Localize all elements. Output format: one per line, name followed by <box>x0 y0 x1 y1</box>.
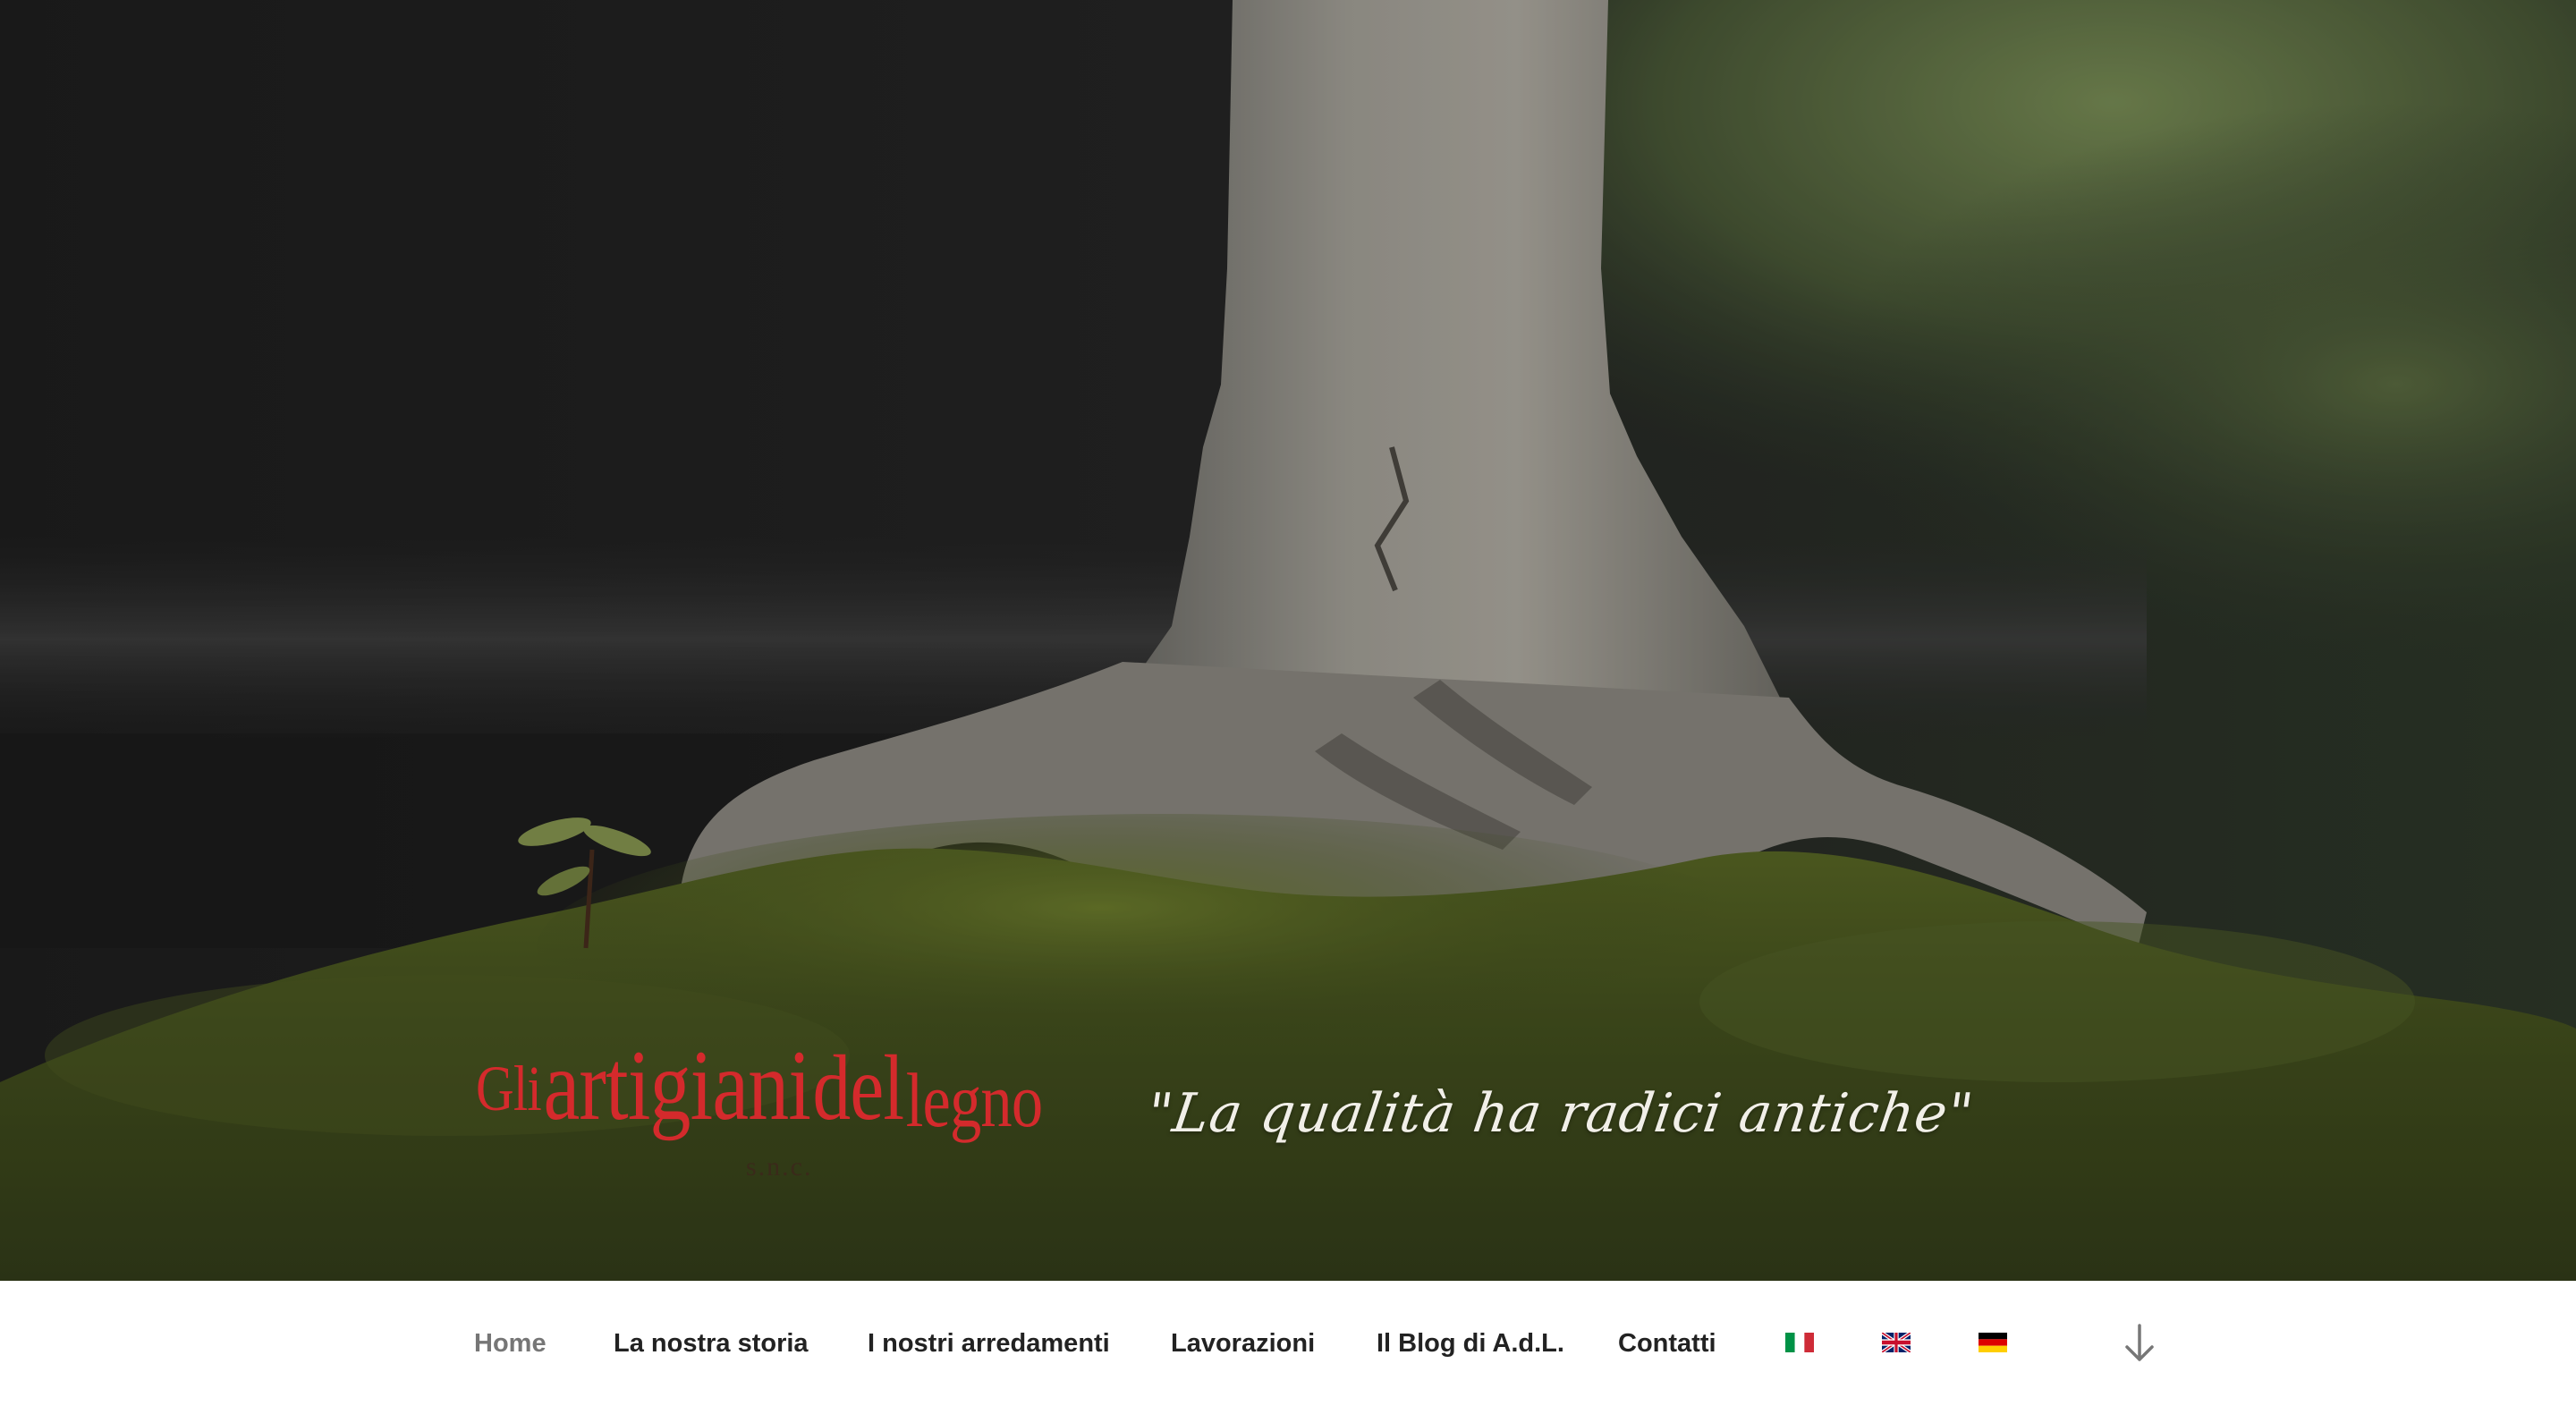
uk-flag-icon[interactable] <box>1882 1333 1911 1352</box>
nav-item-lavorazioni[interactable]: Lavorazioni <box>1171 1281 1315 1406</box>
site-logo[interactable]: Gli artigiani del legno s.n.c. <box>476 1029 1102 1190</box>
logo-word-artigiani: artigiani <box>543 1030 811 1141</box>
logo-suffix: s.n.c. <box>746 1152 813 1182</box>
nav-item-contatti[interactable]: Contatti <box>1618 1281 1716 1406</box>
german-flag-icon[interactable] <box>1979 1333 2007 1352</box>
hero-header: Gli artigiani del legno s.n.c. "La quali… <box>0 0 2576 1281</box>
nav-item-la-nostra-storia[interactable]: La nostra storia <box>614 1281 809 1406</box>
nav-item-home[interactable]: Home <box>474 1281 547 1406</box>
uk-flag-graphic <box>1882 1333 1911 1352</box>
main-navigation: Home La nostra storia I nostri arredamen… <box>0 1281 2576 1406</box>
nav-item-blog[interactable]: Il Blog di A.d.L. <box>1377 1281 1564 1406</box>
page: Gli artigiani del legno s.n.c. "La quali… <box>0 0 2576 1406</box>
arrow-down-icon[interactable] <box>2122 1322 2157 1365</box>
german-flag-graphic <box>1979 1333 2007 1352</box>
site-tagline: "La qualità ha radici antiche" <box>1143 1082 1978 1145</box>
logo-word-gli: Gli <box>476 1053 542 1124</box>
italian-flag-graphic <box>1785 1333 1814 1352</box>
nav-item-i-nostri-arredamenti[interactable]: I nostri arredamenti <box>868 1281 1110 1406</box>
nav-menu: Home La nostra storia I nostri arredamen… <box>0 1281 2576 1406</box>
logo-wordmark: Gli artigiani del legno <box>476 1029 1043 1145</box>
logo-word-legno: legno <box>905 1057 1043 1143</box>
logo-word-del: del <box>812 1037 905 1139</box>
italian-flag-icon[interactable] <box>1785 1333 1814 1352</box>
scroll-down-arrow-graphic <box>2125 1324 2154 1361</box>
